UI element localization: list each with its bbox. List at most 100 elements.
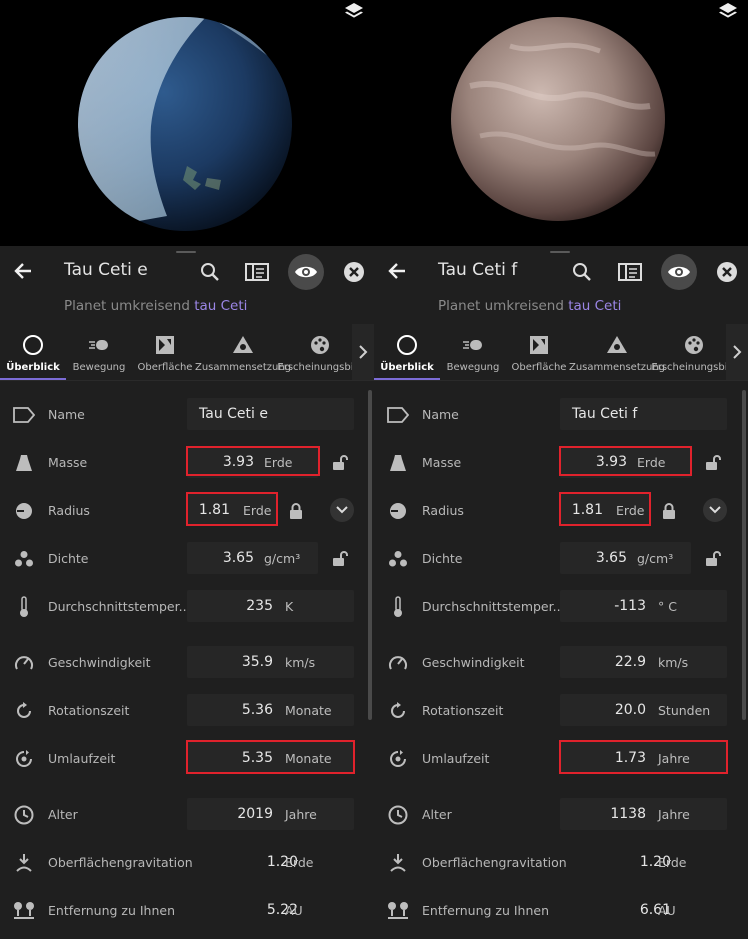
row-age: Alter 2019 Jahre (0, 798, 374, 832)
age-unit: Jahre (285, 807, 317, 822)
age-input[interactable]: 2019 Jahre (187, 798, 354, 830)
clock-icon (14, 805, 34, 825)
back-arrow-icon (388, 263, 405, 279)
tab-appearance[interactable]: Erscheinungsbild (651, 324, 737, 380)
temperature-input[interactable]: -113 ° C (560, 590, 727, 622)
tab-surface[interactable]: Oberfläche (132, 324, 198, 380)
age-input[interactable]: 1138 Jahre (560, 798, 727, 830)
temperature-unit: ° C (658, 599, 677, 614)
row-velocity: Geschwindigkeit 22.9 km/s (374, 646, 748, 680)
details-panel-button[interactable] (617, 260, 643, 284)
motion-icon (89, 340, 108, 350)
details-panel-button[interactable] (244, 260, 270, 284)
row-label: Dichte (48, 551, 89, 566)
row-label: Entfernung zu Ihnen (48, 903, 176, 918)
density-input[interactable]: 3.65 g/cm³ (560, 542, 691, 574)
row-label: Rotationszeit (422, 703, 504, 718)
gravity-value-box: 1.20 Erde (187, 846, 354, 878)
tab-overview[interactable]: Überblick (0, 324, 66, 380)
tab-appearance-label: Erscheinungsbild (651, 362, 737, 373)
velocity-input[interactable]: 22.9 km/s (560, 646, 727, 678)
unlock-icon[interactable] (703, 454, 721, 472)
density-unit: g/cm³ (264, 551, 301, 566)
info-header: Tau Ceti f (374, 246, 748, 300)
density-icon (389, 551, 407, 567)
row-mass: Masse 3.93 Erde (0, 446, 374, 480)
parent-star-link[interactable]: tau Ceti (194, 298, 247, 314)
chevron-right-icon (359, 345, 368, 359)
row-label: Oberflächengravitation (48, 855, 193, 870)
layers-icon[interactable] (344, 2, 364, 20)
density-input[interactable]: 3.65 g/cm³ (187, 542, 318, 574)
rotation-value: 5.36 (241, 702, 273, 718)
row-label: Geschwindigkeit (422, 655, 525, 670)
density-value: 3.65 (222, 550, 254, 566)
tab-bar: Überblick Bewegung Oberfläche Zusammense… (0, 324, 374, 380)
tab-motion[interactable]: Bewegung (66, 324, 132, 380)
object-title: Tau Ceti e (64, 260, 148, 280)
radius-expand-button[interactable] (703, 498, 727, 522)
name-input-value: Tau Ceti f (572, 406, 638, 422)
name-input[interactable]: Tau Ceti e (187, 398, 354, 430)
unlock-icon[interactable] (330, 550, 348, 568)
circle-outline-icon (397, 335, 417, 355)
close-icon (717, 262, 737, 282)
row-density: Dichte 3.65 g/cm³ (374, 542, 748, 576)
row-label: Umlaufzeit (48, 751, 116, 766)
planet-render-tau-ceti-f (451, 17, 665, 221)
tab-composition[interactable]: Zusammensetzung (569, 324, 665, 380)
age-unit: Jahre (658, 807, 690, 822)
velocity-input[interactable]: 35.9 km/s (187, 646, 354, 678)
tab-motion[interactable]: Bewegung (440, 324, 506, 380)
chevron-down-icon (709, 506, 721, 514)
search-icon (573, 263, 591, 281)
planet-viewport[interactable] (374, 0, 748, 246)
thermometer-icon (20, 596, 28, 617)
close-button[interactable] (715, 260, 739, 284)
row-rotation: Rotationszeit 5.36 Monate (0, 694, 374, 728)
lock-icon[interactable] (287, 502, 305, 520)
tab-bar: Überblick Bewegung Oberfläche Zusammense… (374, 324, 748, 380)
tabs-scroll-right-button[interactable] (352, 324, 374, 380)
close-button[interactable] (342, 260, 366, 284)
clock-icon (388, 805, 408, 825)
rotation-icon (17, 702, 31, 718)
age-value: 2019 (237, 806, 273, 822)
back-button[interactable] (10, 258, 36, 284)
row-name: Name Tau Ceti e (0, 398, 374, 432)
tabs-scroll-right-button[interactable] (726, 324, 748, 380)
row-label: Name (422, 407, 459, 422)
search-button[interactable] (570, 260, 594, 284)
rotation-input[interactable]: 20.0 Stunden (560, 694, 727, 726)
tab-motion-label: Bewegung (446, 362, 500, 373)
distance-icon (14, 902, 34, 919)
temperature-input[interactable]: 235 K (187, 590, 354, 622)
rotation-input[interactable]: 5.36 Monate (187, 694, 354, 726)
parent-star-link[interactable]: tau Ceti (568, 298, 621, 314)
tab-appearance[interactable]: Erscheinungsbild (277, 324, 363, 380)
radius-expand-button[interactable] (330, 498, 354, 522)
search-button[interactable] (198, 260, 222, 284)
unlock-icon[interactable] (703, 550, 721, 568)
row-label: Oberflächengravitation (422, 855, 567, 870)
details-panel-icon (618, 263, 642, 281)
unlock-icon[interactable] (330, 454, 348, 472)
chevron-right-icon (733, 345, 742, 359)
circle-outline-icon (23, 335, 43, 355)
thermometer-icon (394, 596, 402, 617)
back-button[interactable] (384, 258, 410, 284)
row-label: Name (48, 407, 85, 422)
layers-icon[interactable] (718, 2, 738, 20)
planet-viewport[interactable] (0, 0, 374, 246)
details-panel-icon (245, 263, 269, 281)
tab-composition[interactable]: Zusammensetzung (195, 324, 291, 380)
visibility-toggle[interactable] (288, 254, 324, 290)
name-input[interactable]: Tau Ceti f (560, 398, 727, 430)
tab-surface[interactable]: Oberfläche (506, 324, 572, 380)
lock-icon[interactable] (660, 502, 678, 520)
velocity-value: 22.9 (614, 654, 646, 670)
tab-overview[interactable]: Überblick (374, 324, 440, 380)
tab-overview-label: Überblick (6, 362, 60, 373)
tab-appearance-label: Erscheinungsbild (277, 362, 363, 373)
visibility-toggle[interactable] (661, 254, 697, 290)
